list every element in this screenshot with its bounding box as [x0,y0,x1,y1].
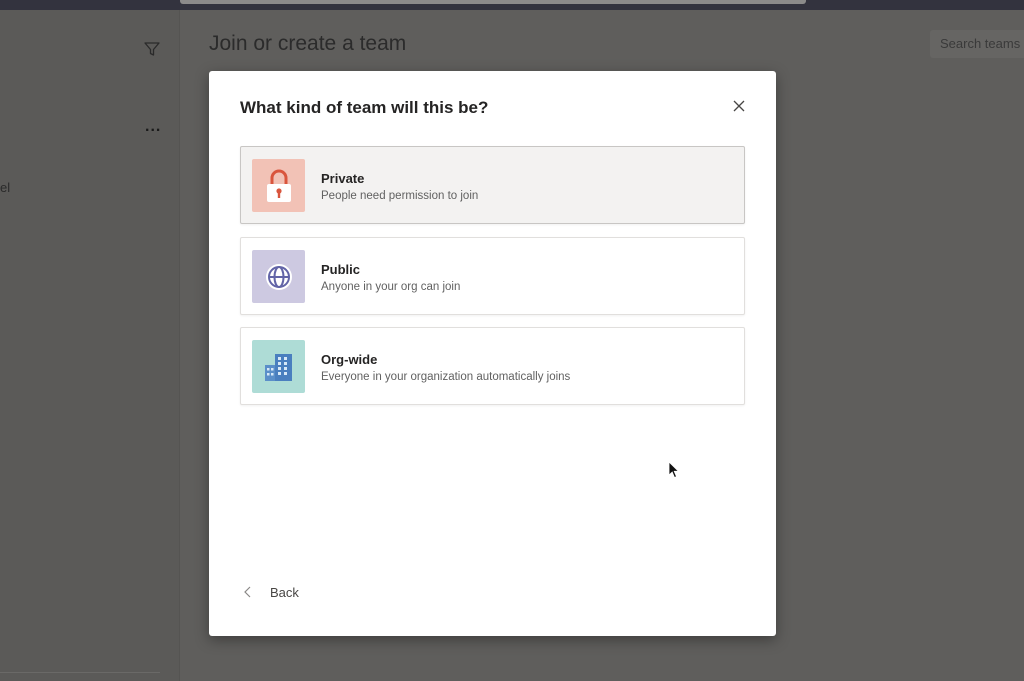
page-title: Join or create a team [209,32,407,55]
top-search-bar[interactable] [180,0,806,4]
more-options-icon[interactable]: ... [145,118,161,136]
option-label: Private [321,171,365,186]
option-description: People need permission to join [321,190,479,202]
back-label: Back [270,584,299,600]
option-private[interactable]: Private People need permission to join [240,146,745,224]
option-description: Anyone in your org can join [321,281,461,293]
lock-icon [266,169,291,202]
close-icon [733,100,745,112]
divider [0,672,160,673]
public-icon-tile [252,250,305,303]
truncated-channel-label: el [0,180,11,195]
option-label: Public [321,262,361,277]
search-teams-input[interactable]: Search teams [930,30,1024,58]
filter-icon[interactable] [143,40,161,58]
building-icon [264,353,292,381]
globe-icon [265,263,292,290]
dialog-title: What kind of team will this be? [240,98,489,117]
close-button[interactable] [729,96,749,116]
teams-left-panel: ... el [0,10,180,681]
mouse-cursor-icon [668,461,680,479]
chevron-left-icon [244,586,251,598]
option-label: Org-wide [321,352,378,367]
team-type-dialog: What kind of team will this be? Private … [209,71,776,636]
option-public[interactable]: Public Anyone in your org can join [240,237,745,315]
org-wide-icon-tile [252,340,305,393]
private-icon-tile [252,159,305,212]
option-description: Everyone in your organization automatica… [321,371,571,383]
back-button[interactable]: Back [242,580,299,604]
option-org-wide[interactable]: Org-wide Everyone in your organization a… [240,327,745,405]
app-top-bar [0,0,1024,10]
